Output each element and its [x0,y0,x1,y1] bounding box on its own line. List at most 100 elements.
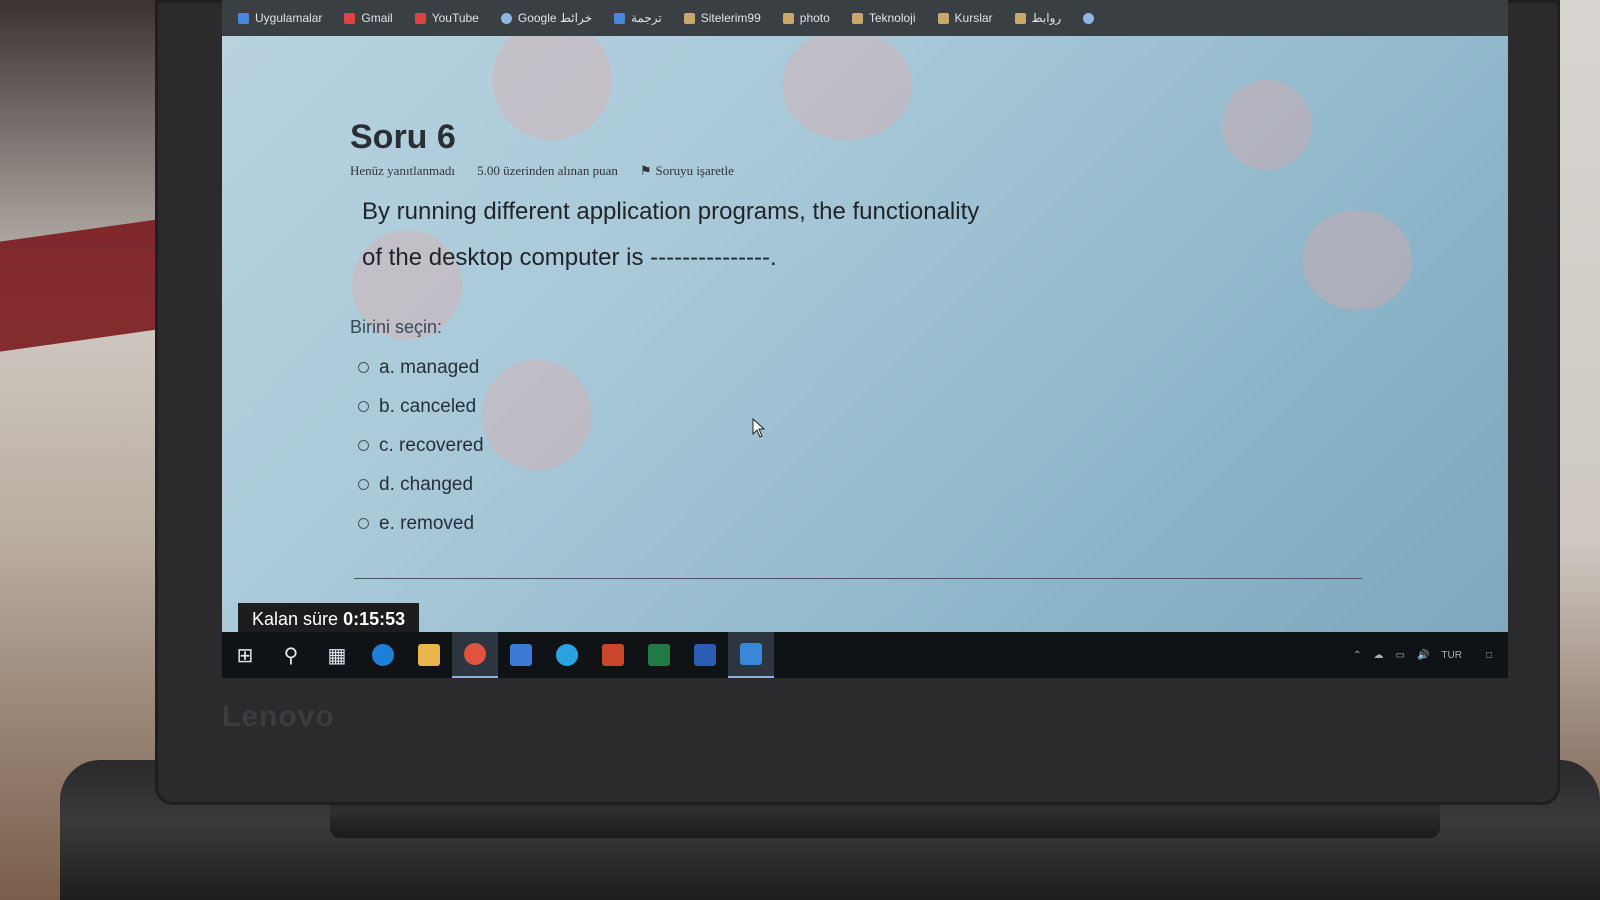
powerpoint-icon [602,644,624,666]
folder-icon [937,12,949,24]
option-label: b. canceled [379,395,477,417]
language-indicator[interactable]: TUR [1441,650,1462,661]
telegram-icon [556,644,578,666]
bookmark-teknoloji[interactable]: Teknoloji [851,11,916,25]
excel-icon [648,644,670,666]
translate-icon [614,12,625,24]
question-text-line: of the desktop computer is -------------… [362,244,777,271]
radio-button[interactable] [358,440,369,451]
cloud-icon[interactable]: ☁ [1373,650,1383,661]
task-view-button[interactable]: ▦ [314,632,360,678]
start-icon: ⊞ [236,644,254,667]
timer-value: 0:15:53 [343,609,406,629]
answer-option-d[interactable]: d. changed [358,465,1350,504]
google-maps-icon [500,12,512,24]
bookmark-kurslar[interactable]: Kurslar [937,11,993,25]
chevron-up-icon[interactable]: ⌃ [1353,650,1361,661]
bookmark-label: ترجمة [631,11,662,25]
question-meta: Henüz yanıtlanmadı 5.00 üzerinden alınan… [350,163,1350,179]
bookmark-links[interactable]: روابط [1014,11,1062,25]
taskbar-camera-app[interactable] [728,632,774,678]
bookmark-label: Sitelerim99 [700,11,761,25]
bookmark-translate[interactable]: ترجمة [614,11,662,25]
radio-button[interactable] [358,518,369,529]
bookmark-label: YouTube [431,11,479,25]
radio-button[interactable] [358,401,369,412]
system-tray: ⌃ ☁ ▭ 🔊 TUR □ [1353,650,1508,661]
volume-icon[interactable]: 🔊 [1417,650,1429,661]
question-text-line: By running different application program… [362,198,980,225]
taskbar: ⊞ ⚲ ▦ ⌃ ☁ ▭ 🔊 TUR □ [222,632,1508,678]
taskbar-telegram[interactable] [544,632,590,678]
flag-question-link[interactable]: ⚑ Soruyu işaretle [640,163,734,179]
edge-icon [372,644,394,666]
bookmark-google-maps[interactable]: Google خرائط [500,11,592,25]
bookmarks-bar: Uygulamalar Gmail YouTube Google خرائط ت… [222,0,1508,36]
bookmark-sitelerim99[interactable]: Sitelerim99 [683,11,761,25]
notifications-icon[interactable]: □ [1486,650,1492,661]
bookmark-label: Kurslar [954,11,993,25]
question-title: Soru 6 [350,118,456,156]
store-icon [510,644,532,666]
taskbar-word[interactable] [682,632,728,678]
taskbar-powerpoint[interactable] [590,632,636,678]
taskbar-edge[interactable] [360,632,406,678]
bookmark-label: Google خرائط [517,11,592,25]
bookmark-label: Gmail [361,11,393,25]
brand-logo: Lenovo [222,700,335,733]
bookmark-label: Uygulamalar [255,11,323,25]
folder-icon [782,12,794,24]
search-button[interactable]: ⚲ [268,632,314,678]
question-points: 5.00 üzerinden alınan puan [477,163,618,178]
option-label: d. changed [379,473,474,495]
answer-option-c[interactable]: c. recovered [358,426,1350,465]
taskbar-store[interactable] [498,632,544,678]
bookmark-label: روابط [1031,11,1062,25]
task-view-icon: ▦ [327,644,347,667]
globe-icon [1083,12,1095,24]
answer-prompt: Birini seçin: [350,317,443,337]
gmail-icon [344,12,356,24]
folder-icon [683,12,695,24]
bookmark-apps[interactable]: Uygulamalar [238,11,322,25]
question-panel: Soru 6 Henüz yanıtlanmadı 5.00 üzerinden… [350,118,1350,543]
chrome-icon [464,643,486,665]
bookmark-photo[interactable]: photo [782,11,830,25]
taskbar-chrome[interactable] [452,632,498,678]
bookmark-label: Teknoloji [868,11,916,25]
bookmark-gmail[interactable]: Gmail [344,11,393,25]
option-label: e. removed [379,512,475,534]
option-label: c. recovered [379,434,484,456]
question-status: Henüz yanıtlanmadı [350,163,456,178]
bookmark-label: photo [799,11,830,25]
battery-icon[interactable]: ▭ [1395,650,1404,661]
rug [0,218,165,352]
option-label: a. managed [379,356,480,378]
radio-button[interactable] [358,479,369,490]
search-icon: ⚲ [283,644,299,667]
word-icon [694,644,716,666]
laptop-screen: Uygulamalar Gmail YouTube Google خرائط ت… [222,0,1508,678]
timer-label: Kalan süre [252,609,339,629]
taskbar-file-explorer[interactable] [406,632,452,678]
question-text: By running different application program… [362,189,1350,281]
apps-icon [238,12,249,24]
file-explorer-icon [418,644,440,666]
answer-options: a. managed b. canceled c. recovered d. c… [350,348,1350,543]
start-button[interactable]: ⊞ [222,632,268,678]
folder-icon [851,12,863,24]
radio-button[interactable] [358,362,369,373]
flag-icon: ⚑ [639,163,652,178]
content-divider [354,578,1362,579]
mouse-cursor-icon [752,418,766,438]
bookmark-youtube[interactable]: YouTube [414,11,479,25]
answer-option-b[interactable]: b. canceled [358,387,1350,426]
camera-app-icon [740,643,762,665]
flag-question-label: Soruyu işaretle [655,163,734,178]
youtube-icon [414,12,426,24]
answer-option-a[interactable]: a. managed [358,348,1350,387]
folder-icon [1014,12,1026,24]
bookmark-globe[interactable] [1083,12,1095,24]
answer-option-e[interactable]: e. removed [358,504,1350,543]
taskbar-excel[interactable] [636,632,682,678]
